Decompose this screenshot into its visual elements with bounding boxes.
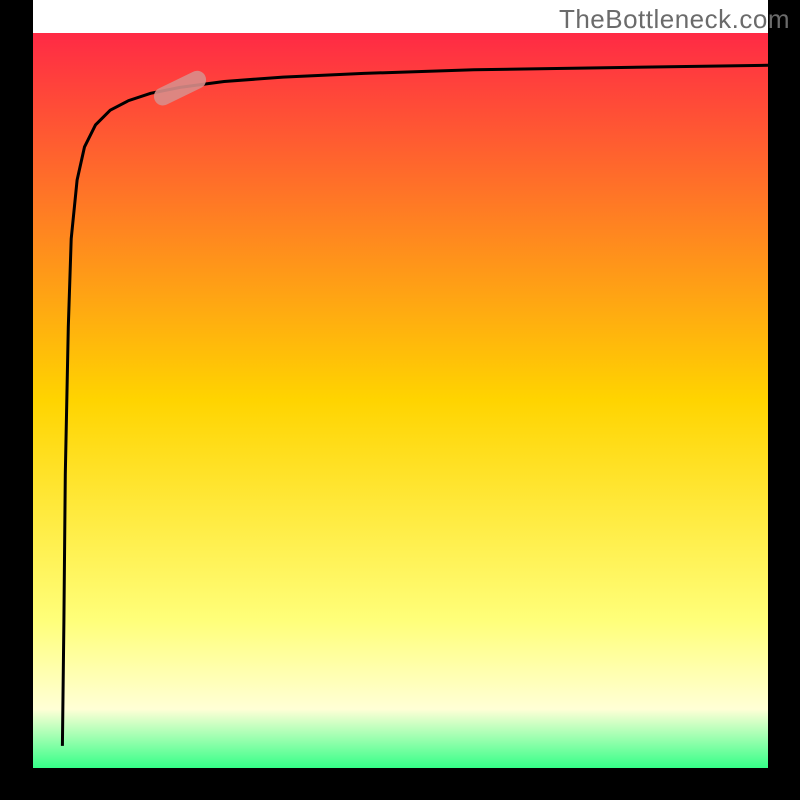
- frame-left: [0, 0, 33, 800]
- watermark-text: TheBottleneck.com: [559, 4, 790, 35]
- frame-bottom: [0, 768, 800, 800]
- page-root: { "watermark": "TheBottleneck.com", "cha…: [0, 0, 800, 800]
- plot-background: [33, 33, 768, 768]
- chart-svg: [0, 0, 800, 800]
- frame-right: [768, 0, 800, 800]
